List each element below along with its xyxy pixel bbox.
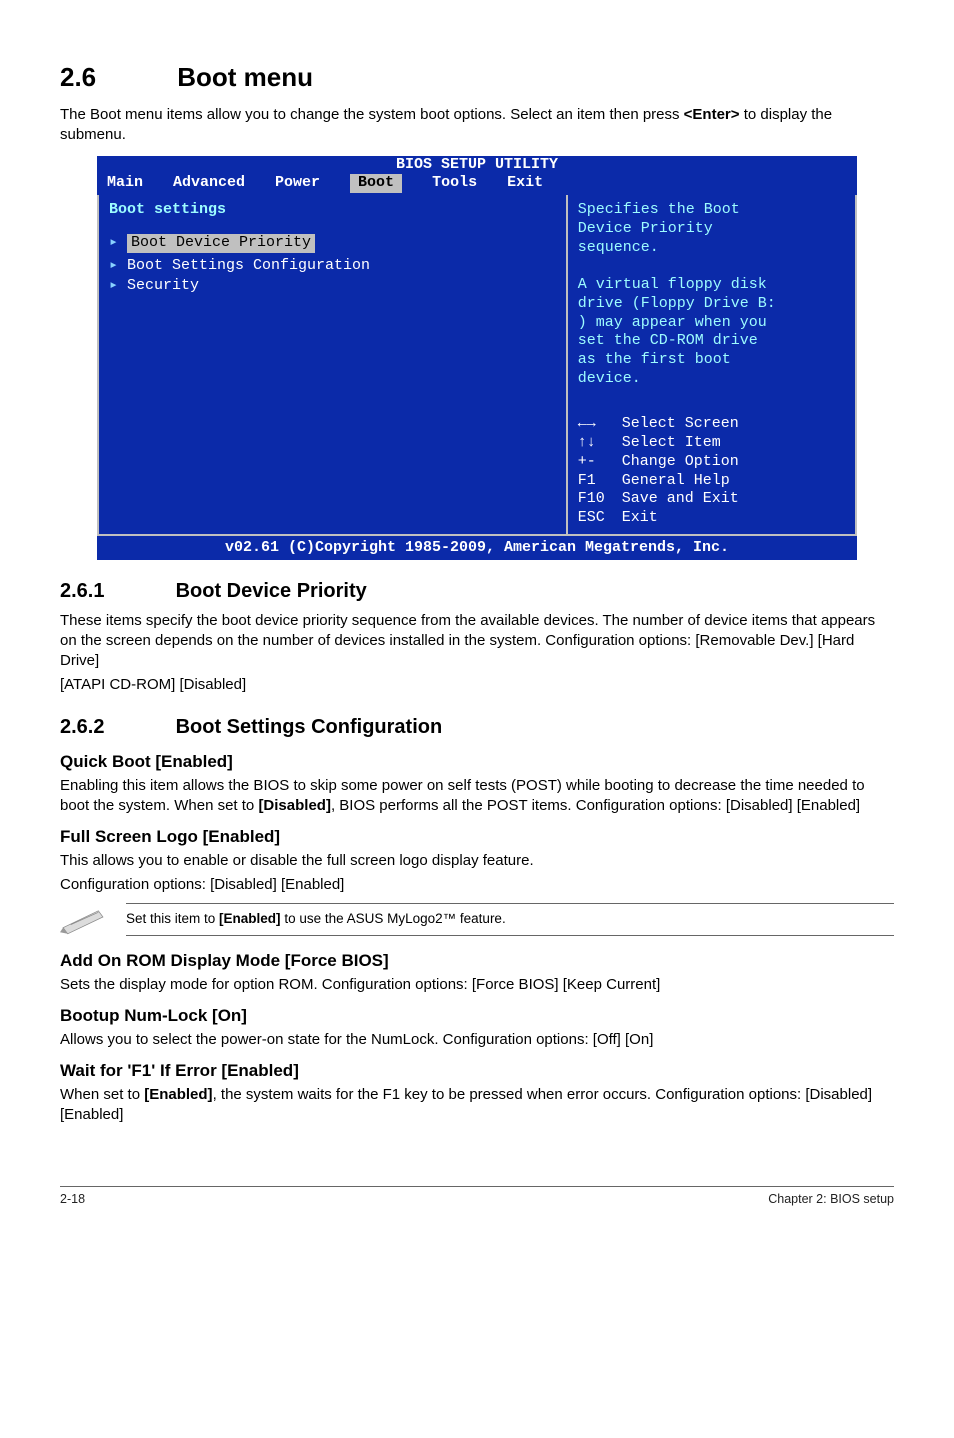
bios-fn-desc: Select Screen [622, 415, 739, 432]
bios-footer: v02.61 (C)Copyright 1985-2009, American … [97, 536, 857, 560]
intro-pre: The Boot menu items allow you to change … [60, 106, 684, 123]
full-screen-logo-p1: This allows you to enable or disable the… [60, 851, 894, 871]
quick-boot-heading: Quick Boot [Enabled] [60, 751, 894, 774]
bios-left-panel: Boot settings ▸Boot Device Priority▸Boot… [99, 195, 568, 534]
bios-fn-desc: General Help [622, 472, 730, 489]
bios-help-line: ) may appear when you [578, 314, 845, 333]
bios-fn-key-row: ←→Select Screen [578, 415, 845, 434]
bios-tab-main[interactable]: Main [107, 174, 143, 193]
bios-tab-bar: Main Advanced Power Boot Tools Exit [97, 174, 857, 195]
sub-number-262: 2.6.2 [60, 714, 170, 741]
bios-help-text: Specifies the BootDevice Prioritysequenc… [578, 201, 845, 389]
bios-tab-boot[interactable]: Boot [350, 174, 402, 193]
bios-help-line: set the CD-ROM drive [578, 332, 845, 351]
note-bold: [Enabled] [219, 911, 281, 926]
wait-f1-heading: Wait for 'F1' If Error [Enabled] [60, 1060, 894, 1083]
sub-title-262: Boot Settings Configuration [176, 716, 443, 738]
pencil-icon [60, 905, 106, 935]
bios-right-panel: Specifies the BootDevice Prioritysequenc… [568, 195, 855, 534]
submenu-arrow-icon: ▸ [109, 234, 127, 253]
bios-menu-item-label: Boot Settings Configuration [127, 257, 370, 274]
bios-fn-key: +- [578, 453, 622, 472]
bios-help-line [578, 257, 845, 276]
note-row: Set this item to [Enabled] to use the AS… [60, 903, 894, 935]
section-number: 2.6 [60, 60, 170, 95]
bios-menu-item-label: Boot Device Priority [127, 234, 315, 253]
bios-help-line: as the first boot [578, 351, 845, 370]
bios-tab-tools[interactable]: Tools [432, 174, 477, 193]
bios-fn-key: F1 [578, 472, 622, 491]
sub261-p2: [ATAPI CD-ROM] [Disabled] [60, 675, 894, 695]
wait-f1-text: When set to [Enabled], the system waits … [60, 1085, 894, 1126]
bios-help-line: sequence. [578, 239, 845, 258]
sub-heading-262: 2.6.2 Boot Settings Configuration [60, 714, 894, 741]
page-footer: 2-18 Chapter 2: BIOS setup [60, 1186, 894, 1208]
bios-fn-desc: Exit [622, 509, 658, 526]
bios-tab-power[interactable]: Power [275, 174, 320, 193]
bios-fn-key-row: ESCExit [578, 509, 845, 528]
sub-number-261: 2.6.1 [60, 578, 170, 605]
note-pre: Set this item to [126, 911, 219, 926]
bios-fn-key-row: ↑↓Select Item [578, 434, 845, 453]
bios-help-line: Device Priority [578, 220, 845, 239]
sub-heading-261: 2.6.1 Boot Device Priority [60, 578, 894, 605]
bios-fn-keys: ←→Select Screen↑↓Select Item+-Change Opt… [578, 397, 845, 528]
note-text: Set this item to [Enabled] to use the AS… [126, 903, 894, 935]
full-screen-logo-p2: Configuration options: [Disabled] [Enabl… [60, 875, 894, 895]
bios-body: Boot settings ▸Boot Device Priority▸Boot… [97, 195, 857, 536]
note-post: to use the ASUS MyLogo2™ feature. [281, 911, 506, 926]
submenu-arrow-icon: ▸ [109, 257, 127, 276]
submenu-arrow-icon: ▸ [109, 277, 127, 296]
quick-boot-post: , BIOS performs all the POST items. Conf… [331, 797, 860, 814]
chapter-label: Chapter 2: BIOS setup [768, 1191, 894, 1208]
bios-title: BIOS SETUP UTILITY [97, 156, 857, 175]
bios-fn-key: ↑↓ [578, 434, 622, 453]
wait-f1-pre: When set to [60, 1086, 144, 1103]
add-on-rom-text: Sets the display mode for option ROM. Co… [60, 975, 894, 995]
bios-help-line: device. [578, 370, 845, 389]
bios-fn-key: F10 [578, 490, 622, 509]
bios-fn-key-row: +-Change Option [578, 453, 845, 472]
full-screen-logo-heading: Full Screen Logo [Enabled] [60, 826, 894, 849]
bios-fn-key-row: F10Save and Exit [578, 490, 845, 509]
quick-boot-bold: [Disabled] [258, 797, 331, 814]
bios-menu-item-label: Security [127, 277, 199, 294]
quick-boot-text: Enabling this item allows the BIOS to sk… [60, 776, 894, 817]
numlock-heading: Bootup Num-Lock [On] [60, 1005, 894, 1028]
sub-title-261: Boot Device Priority [176, 580, 367, 602]
bios-fn-desc: Select Item [622, 434, 721, 451]
bios-fn-desc: Save and Exit [622, 490, 739, 507]
bios-fn-desc: Change Option [622, 453, 739, 470]
bios-help-line: Specifies the Boot [578, 201, 845, 220]
bios-tab-exit[interactable]: Exit [507, 174, 543, 193]
bios-screen: BIOS SETUP UTILITY Main Advanced Power Boot… [97, 156, 857, 560]
section-title-text: Boot menu [177, 62, 313, 92]
bios-fn-key-row: F1General Help [578, 472, 845, 491]
bios-help-line: drive (Floppy Drive B: [578, 295, 845, 314]
add-on-rom-heading: Add On ROM Display Mode [Force BIOS] [60, 950, 894, 973]
sub261-p1: These items specify the boot device prio… [60, 611, 894, 672]
bios-fn-key: ESC [578, 509, 622, 528]
page-number: 2-18 [60, 1191, 85, 1208]
section-intro: The Boot menu items allow you to change … [60, 105, 894, 146]
bios-tab-advanced[interactable]: Advanced [173, 174, 245, 193]
bios-panel-title: Boot settings [109, 201, 556, 220]
section-heading: 2.6 Boot menu [60, 60, 894, 95]
wait-f1-bold: [Enabled] [144, 1086, 212, 1103]
bios-fn-key: ←→ [578, 415, 622, 434]
intro-bold: <Enter> [684, 106, 740, 123]
bios-help-line: A virtual floppy disk [578, 276, 845, 295]
numlock-text: Allows you to select the power-on state … [60, 1030, 894, 1050]
